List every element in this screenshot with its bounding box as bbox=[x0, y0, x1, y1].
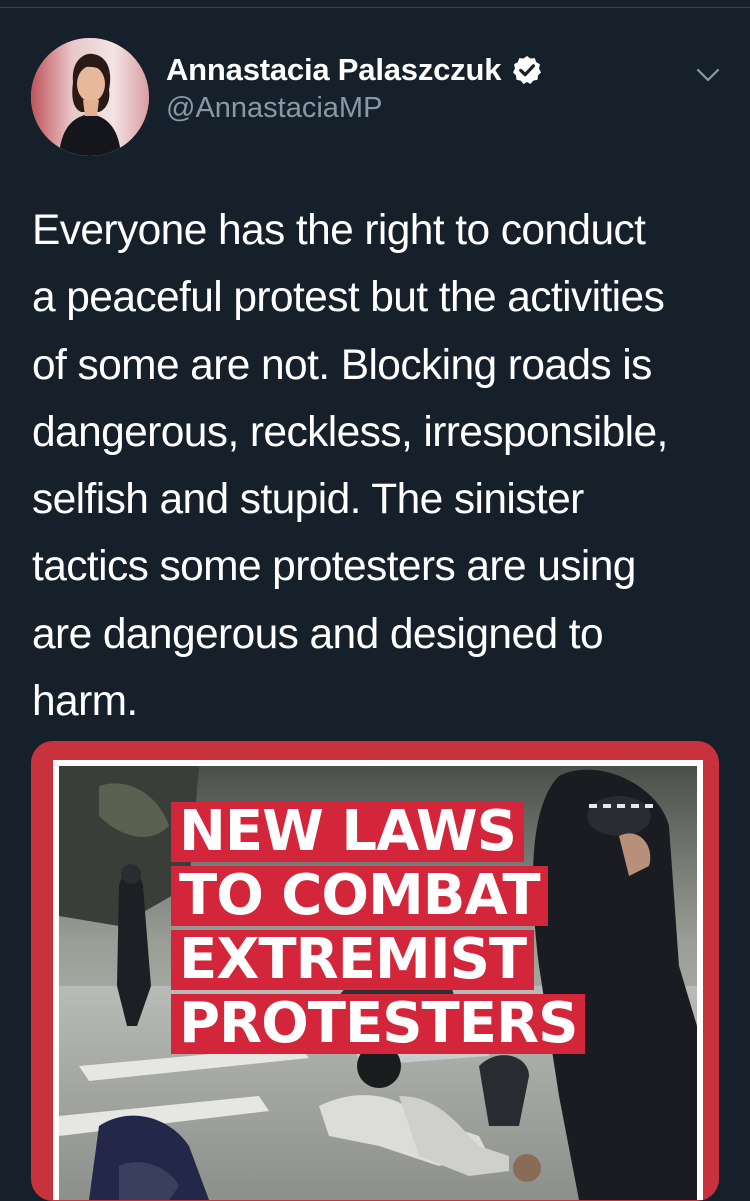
headline-line-1: NEW LAWS bbox=[171, 802, 524, 862]
tweet-author[interactable]: Annastacia Palaszczuk @AnnastaciaMP bbox=[166, 52, 543, 125]
author-display-name[interactable]: Annastacia Palaszczuk bbox=[166, 52, 501, 88]
headline-line-2: TO COMBAT bbox=[171, 866, 548, 926]
tweet-media[interactable]: NEW LAWS TO COMBAT EXTREMIST PROTESTERS bbox=[31, 741, 719, 1201]
tweet[interactable]: Annastacia Palaszczuk @AnnastaciaMP Ever… bbox=[0, 8, 750, 1201]
author-handle[interactable]: @AnnastaciaMP bbox=[166, 92, 543, 125]
headline-line-3: EXTREMIST bbox=[171, 930, 535, 990]
author-name-row: Annastacia Palaszczuk bbox=[166, 52, 543, 88]
avatar-portrait bbox=[31, 38, 149, 156]
verified-badge-icon bbox=[511, 54, 543, 86]
media-headline: NEW LAWS TO COMBAT EXTREMIST PROTESTERS bbox=[171, 802, 586, 1054]
media-frame: NEW LAWS TO COMBAT EXTREMIST PROTESTERS bbox=[53, 760, 703, 1200]
tweet-text: Everyone has the right to conduct a peac… bbox=[32, 207, 668, 726]
top-divider bbox=[0, 0, 750, 8]
headline-line-4: PROTESTERS bbox=[171, 994, 586, 1054]
avatar[interactable] bbox=[31, 38, 149, 156]
chevron-down-icon[interactable] bbox=[692, 63, 724, 87]
